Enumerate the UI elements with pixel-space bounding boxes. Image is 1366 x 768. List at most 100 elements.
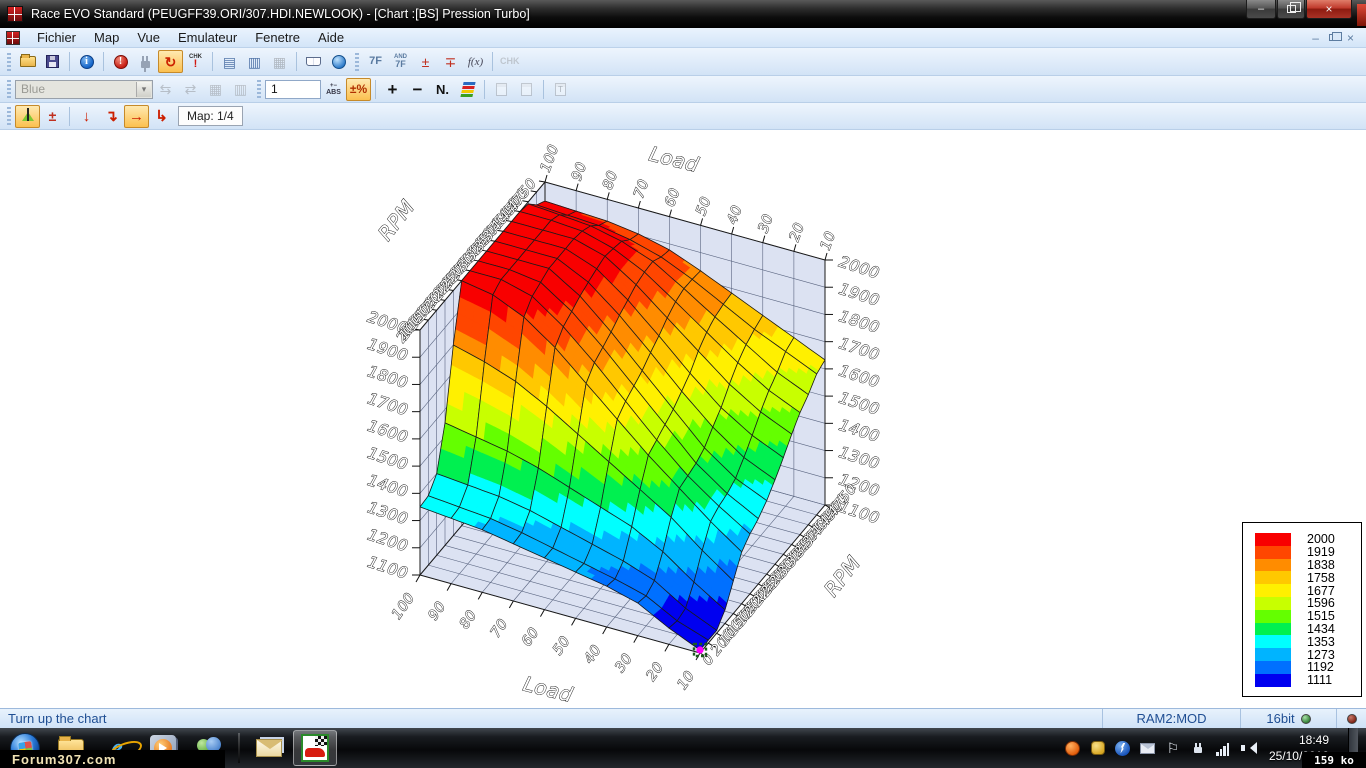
checksum-auto-button[interactable]: ↻ (158, 50, 183, 73)
application-window: Race EVO Standard (PEUGFF39.ORI/307.HDI.… (0, 0, 1366, 768)
tray-mail-icon[interactable] (1140, 740, 1156, 756)
relative-step-button[interactable]: ±% (346, 78, 371, 101)
scale-plus-minus-icon: ± (49, 109, 57, 123)
legend-row: 1677 (1255, 584, 1361, 597)
text-view-button[interactable]: T (548, 78, 573, 101)
color-scale-button[interactable] (455, 78, 480, 101)
legend-swatch (1255, 623, 1291, 636)
legend-row: 1838 (1255, 559, 1361, 572)
window-title: Race EVO Standard (PEUGFF39.ORI/307.HDI.… (31, 7, 530, 21)
increment-limits-button[interactable]: ± (413, 50, 438, 73)
mdi-close-button[interactable]: × (1347, 31, 1354, 45)
toolbar-grip[interactable] (7, 80, 11, 98)
set-value-button[interactable]: N. (430, 78, 455, 101)
copy-button[interactable] (489, 78, 514, 101)
swap-next-button[interactable]: ⇄ (178, 78, 203, 101)
save-file-button[interactable] (40, 50, 65, 73)
axis-scale-button[interactable]: ± (40, 105, 65, 128)
legend-row: 1353 (1255, 635, 1361, 648)
menu-map[interactable]: Map (85, 28, 128, 47)
tray-antivirus-icon[interactable] (1065, 740, 1081, 756)
menu-emulateur[interactable]: Emulateur (169, 28, 246, 47)
legend-row: 1596 (1255, 597, 1361, 610)
taskbar-race-evo-button[interactable] (293, 730, 337, 766)
svg-text:2000: 2000 (837, 253, 882, 283)
map-indicator: Map: 1/4 (178, 106, 243, 126)
open-file-button[interactable] (15, 50, 40, 73)
rotate-down-alt-button[interactable]: ↴ (99, 105, 124, 128)
svg-text:1500: 1500 (837, 389, 882, 419)
map-properties-button[interactable]: ▥ (242, 50, 267, 73)
toolbar-grip[interactable] (7, 53, 11, 71)
minimize-button[interactable]: – (1246, 0, 1276, 19)
status-bits-panel: 16bit (1240, 709, 1336, 728)
menu-fichier[interactable]: Fichier (28, 28, 85, 47)
cursor-dot (696, 646, 703, 653)
restore-button[interactable] (1277, 0, 1305, 19)
legend-swatch (1255, 648, 1291, 661)
tray-volume-icon[interactable] (1240, 740, 1256, 756)
manual-button[interactable] (301, 50, 326, 73)
toolbar-grip[interactable] (257, 80, 261, 98)
function-button[interactable]: f(x) (463, 50, 488, 73)
axis-3d-icon (22, 112, 34, 121)
text-page-icon: T (555, 83, 566, 96)
svg-text:30: 30 (612, 651, 636, 676)
tray-plug-icon[interactable] (1190, 740, 1206, 756)
open-folder-icon (20, 56, 36, 67)
error-check-button[interactable]: ! (108, 50, 133, 73)
tray-action-center-flag-icon[interactable]: ⚐ (1165, 740, 1181, 756)
race-evo-icon (301, 734, 329, 762)
view-3d-button[interactable] (15, 105, 40, 128)
increment-limits-alt-button[interactable]: ∓ (438, 50, 463, 73)
table-extend-button[interactable]: ▥ (228, 78, 253, 101)
increase-value-button[interactable]: + (380, 78, 405, 101)
rotate-down-button[interactable]: ↓ (74, 105, 99, 128)
table-insert-button[interactable]: ▦ (203, 78, 228, 101)
minus-plus-icon: ∓ (445, 55, 457, 69)
hex-7f-button[interactable]: 7F (363, 50, 388, 73)
layer-select[interactable]: Blue ▾ (15, 80, 153, 99)
legend-row: 1111 (1255, 674, 1361, 687)
svg-text:40: 40 (581, 642, 605, 667)
svg-text:1800: 1800 (365, 362, 410, 392)
mdi-restore-button[interactable] (1329, 34, 1337, 41)
tray-update-icon[interactable] (1090, 740, 1106, 756)
website-button[interactable] (326, 50, 351, 73)
menu-fenetre[interactable]: Fenetre (246, 28, 309, 47)
pressure-map-3d-chart[interactable]: 1100110012001200130013001400140015001500… (0, 130, 1366, 708)
mdi-minimize-button[interactable]: – (1312, 31, 1319, 45)
absolute-step-button[interactable]: +−ABS (321, 78, 346, 101)
mdi-child-icon[interactable] (6, 31, 20, 45)
decrease-value-button[interactable]: − (405, 78, 430, 101)
checksum-warning-button[interactable]: CHK! (183, 50, 208, 73)
rotate-right-button[interactable]: → (124, 105, 149, 128)
chart-area: 1100110012001200130013001400140015001500… (0, 130, 1366, 708)
close-button[interactable]: × (1306, 0, 1352, 19)
file-info-button[interactable]: i (74, 50, 99, 73)
status-bar: Turn up the chart RAM2:MOD 16bit (0, 708, 1366, 728)
svg-text:1700: 1700 (365, 390, 410, 420)
menu-aide[interactable]: Aide (309, 28, 353, 47)
dropdown-arrow-icon[interactable]: ▾ (136, 82, 151, 97)
chk-button[interactable]: CHK (497, 50, 523, 73)
paste-button[interactable] (514, 78, 539, 101)
menu-vue[interactable]: Vue (128, 28, 169, 47)
swap-prev-button[interactable]: ⇆ (153, 78, 178, 101)
tray-power-bolt-icon[interactable] (1115, 740, 1131, 756)
legend-row: 1515 (1255, 610, 1361, 623)
toolbar-grip[interactable] (7, 107, 11, 125)
toolbar-separator (543, 80, 544, 99)
connect-emulator-button[interactable] (133, 50, 158, 73)
map-list-button[interactable]: ▤ (217, 50, 242, 73)
and-7f-button[interactable]: AND7F (388, 50, 413, 73)
toolbar-grip[interactable] (355, 53, 359, 71)
plug-icon (141, 61, 150, 68)
tray-network-signal-icon[interactable] (1215, 740, 1231, 756)
rotate-right-alt-button[interactable]: ↳ (149, 105, 174, 128)
swap-left-icon: ⇆ (160, 82, 172, 96)
mail-icon (256, 739, 282, 757)
emulator-chip-button[interactable]: ▦ (267, 50, 292, 73)
taskbar-mail-button[interactable] (247, 730, 291, 766)
step-value-input[interactable] (265, 80, 321, 99)
